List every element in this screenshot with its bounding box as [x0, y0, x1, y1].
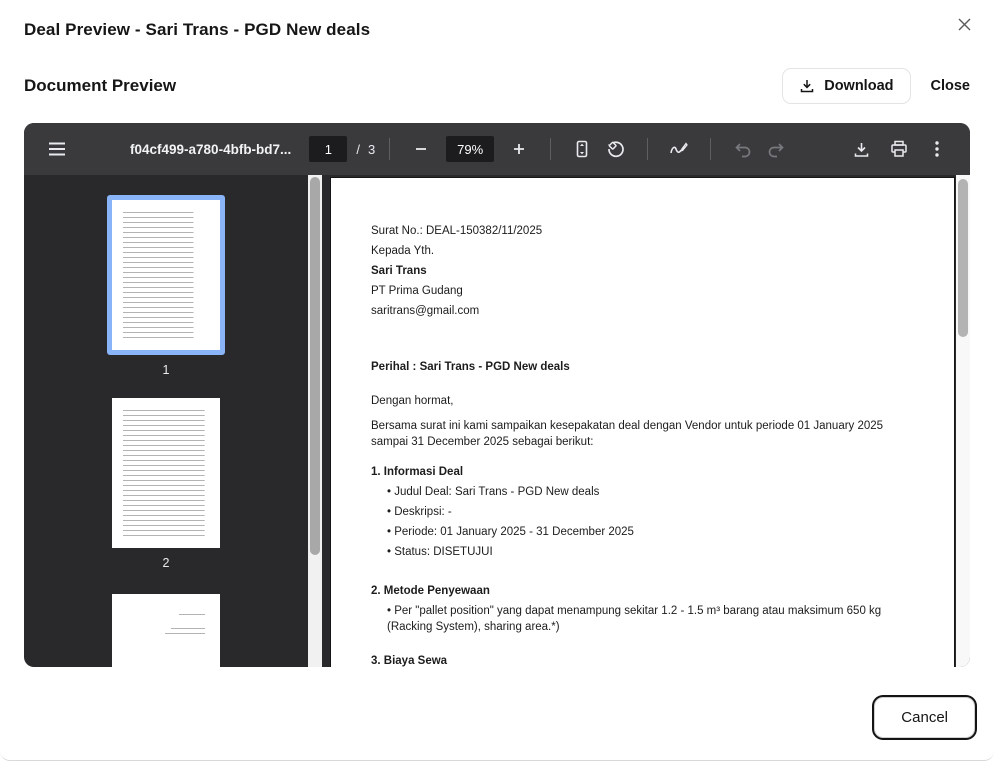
thumbnail-panel: 1 2 — [24, 175, 308, 667]
doc-line: Perihal : Sari Trans - PGD New deals — [371, 357, 914, 377]
download-pdf-icon[interactable] — [844, 132, 878, 166]
doc-line: • Per "pallet position" yang dapat menam… — [371, 604, 911, 635]
more-options-icon[interactable] — [920, 132, 954, 166]
pdf-viewer: f04cf499-a780-4bfb-bd7... 1 / 3 79% — [24, 123, 970, 667]
doc-line: saritrans@gmail.com — [371, 301, 914, 321]
thumbnail-page-1[interactable] — [107, 195, 225, 355]
deal-preview-modal: Deal Preview - Sari Trans - PGD New deal… — [0, 0, 994, 761]
close-icon[interactable] — [950, 10, 978, 38]
thumbnail-2-content — [123, 410, 209, 536]
doc-line: Bersama surat ini kami sampaikan kesepak… — [371, 417, 914, 453]
page-number-input[interactable]: 1 — [309, 136, 347, 162]
pdf-filename: f04cf499-a780-4bfb-bd7... — [130, 142, 291, 157]
page-title: Document Preview — [24, 76, 176, 96]
preview-bar: Document Preview Download Close — [24, 66, 970, 106]
document-scrollbar-thumb[interactable] — [958, 179, 968, 337]
download-icon — [799, 78, 815, 94]
toolbar-divider — [550, 138, 551, 160]
annotate-icon[interactable] — [662, 132, 696, 166]
toolbar-divider — [389, 138, 390, 160]
fit-to-page-icon[interactable] — [565, 132, 599, 166]
page-separator: / — [356, 142, 360, 157]
thumbnail-1-content — [123, 212, 209, 338]
doc-line: Dengan hormat, — [371, 391, 914, 411]
menu-icon[interactable] — [40, 132, 74, 166]
modal-title: Deal Preview - Sari Trans - PGD New deal… — [24, 20, 370, 40]
thumbnail-page-2[interactable] — [112, 398, 220, 548]
doc-line: • Judul Deal: Sari Trans - PGD New deals — [371, 482, 914, 502]
document-page-1: Surat No.: DEAL-150382/11/2025 Kepada Yt… — [330, 177, 955, 667]
zoom-in-icon[interactable] — [502, 132, 536, 166]
document-scrollbar[interactable] — [956, 175, 970, 667]
thumbnail-3-content — [123, 606, 209, 667]
doc-line: Kepada Yth. — [371, 241, 914, 261]
close-button[interactable]: Close — [931, 78, 971, 94]
cancel-button[interactable]: Cancel — [874, 697, 975, 738]
thumbnail-2-label: 2 — [163, 556, 170, 570]
download-button-label: Download — [824, 78, 893, 94]
doc-line: Sari Trans — [371, 261, 914, 281]
pdf-body: 1 2 — [24, 175, 970, 667]
print-icon[interactable] — [882, 132, 916, 166]
doc-line: PT Prima Gudang — [371, 281, 914, 301]
doc-line: 1. Informasi Deal — [371, 462, 914, 482]
thumbnail-page-3[interactable] — [112, 594, 220, 667]
document-area: Surat No.: DEAL-150382/11/2025 Kepada Yt… — [308, 175, 970, 667]
rotate-ccw-icon[interactable] — [599, 132, 633, 166]
zoom-out-icon[interactable] — [404, 132, 438, 166]
thumbnail-1-label: 1 — [163, 363, 170, 377]
undo-icon[interactable] — [725, 132, 759, 166]
toolbar-divider — [647, 138, 648, 160]
doc-line: 2. Metode Penyewaan — [371, 581, 914, 601]
zoom-level-input[interactable]: 79% — [446, 136, 494, 162]
page-count: 3 — [368, 142, 375, 157]
doc-line: Surat No.: DEAL-150382/11/2025 — [371, 221, 914, 241]
toolbar-divider — [710, 138, 711, 160]
doc-line: • Status: DISETUJUI — [371, 542, 914, 562]
pdf-toolbar: f04cf499-a780-4bfb-bd7... 1 / 3 79% — [24, 123, 970, 175]
redo-icon[interactable] — [759, 132, 793, 166]
doc-line: • Deskripsi: - — [371, 502, 914, 522]
doc-line: • Periode: 01 January 2025 - 31 December… — [371, 522, 914, 542]
doc-line: 3. Biaya Sewa — [371, 651, 914, 667]
download-button[interactable]: Download — [782, 68, 910, 104]
